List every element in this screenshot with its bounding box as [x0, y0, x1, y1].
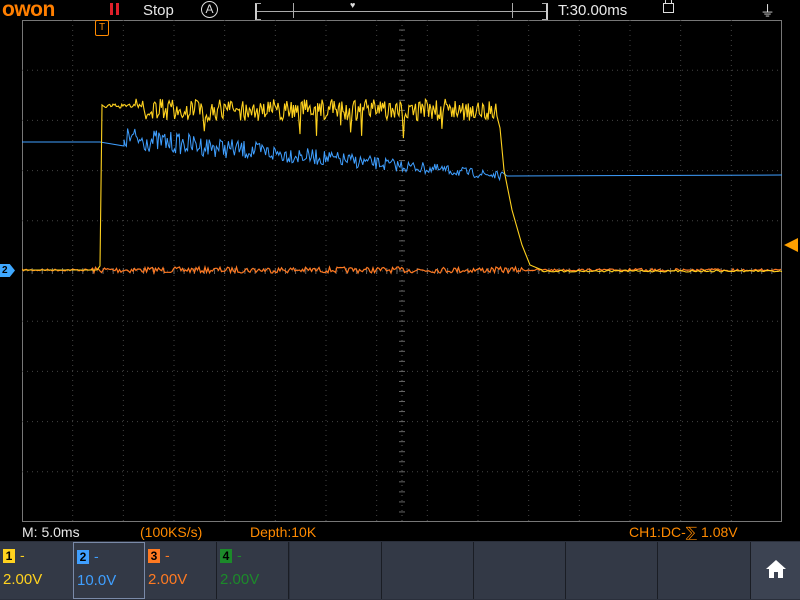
- channel-2-slot[interactable]: 2 - 10.0V: [73, 542, 145, 599]
- channel-4-scale: 2.00V: [220, 571, 260, 588]
- channel-3-number: 3: [148, 549, 160, 563]
- channel-1-number: 1: [3, 549, 15, 563]
- waveform-display[interactable]: [22, 20, 782, 522]
- channel-3-coupling: -: [165, 547, 170, 563]
- channel-4-coupling: -: [237, 547, 242, 563]
- pause-icon[interactable]: [108, 1, 122, 17]
- home-button[interactable]: [751, 542, 800, 599]
- lock-icon[interactable]: [663, 0, 674, 13]
- record-depth[interactable]: Depth:10K: [250, 524, 316, 540]
- brand-logo: OWON: [2, 0, 55, 21]
- channel-3-slot[interactable]: 3 - 2.00V: [145, 542, 217, 599]
- acquire-mode-icon[interactable]: A: [201, 1, 218, 18]
- channel-2-offset-marker[interactable]: 2: [0, 264, 15, 277]
- timebase[interactable]: M: 5.0ms: [22, 524, 80, 540]
- run-state[interactable]: Stop: [143, 2, 174, 19]
- time-offset[interactable]: T:30.00ms: [558, 2, 627, 19]
- channel-2-trace: [22, 128, 782, 182]
- channel-2-coupling: -: [94, 548, 99, 564]
- channel-2-scale: 10.0V: [77, 572, 117, 589]
- channel-1-coupling: -: [20, 547, 25, 563]
- memory-window: ♥: [293, 0, 513, 18]
- channel-2-number: 2: [77, 550, 89, 564]
- home-icon: [766, 560, 786, 578]
- waveform-canvas: [22, 20, 782, 522]
- menu-slot-5[interactable]: [658, 542, 751, 599]
- channel-4-slot[interactable]: 4 - 2.00V: [217, 542, 289, 599]
- menu-slot-1[interactable]: [290, 542, 382, 599]
- menu-slot-2[interactable]: [382, 542, 474, 599]
- usb-icon: ⏚: [760, 3, 776, 20]
- sample-rate: (100KS/s): [140, 524, 203, 540]
- info-row: M: 5.0ms (100KS/s) Depth:10K CH1:DC-⅀ 1.…: [0, 523, 800, 541]
- trigger-position-marker[interactable]: T: [95, 20, 109, 36]
- top-status-bar: OWON Stop A ♥ T:30.00ms ⏚: [0, 0, 800, 21]
- channel-3-scale: 2.00V: [148, 571, 188, 588]
- menu-slot-3[interactable]: [474, 542, 566, 599]
- channel-bar: 1 - 2.00V 2 - 10.0V 3 - 2.00V 4 - 2.00V: [0, 541, 800, 600]
- menu-slot-4[interactable]: [566, 542, 658, 599]
- memory-marker-icon: ♥: [350, 0, 356, 10]
- channel-4-number: 4: [220, 549, 232, 563]
- trigger-info[interactable]: CH1:DC-⅀ 1.08V: [629, 524, 738, 541]
- channel-1-scale: 2.00V: [3, 571, 43, 588]
- trigger-level-marker[interactable]: [784, 238, 798, 252]
- memory-position-bar[interactable]: ♥: [255, 0, 548, 20]
